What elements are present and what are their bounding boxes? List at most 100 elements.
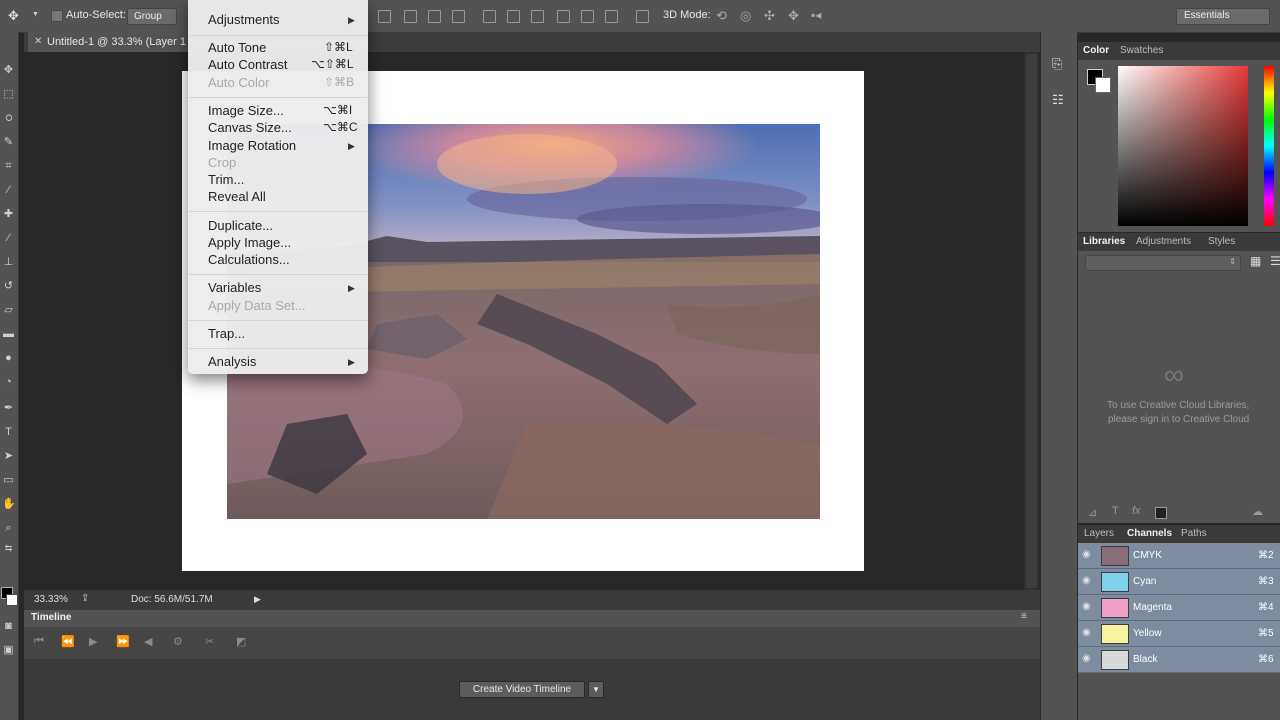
clone-stamp-tool-icon[interactable]: ⊥ [2,256,15,269]
share-icon[interactable]: ⇪ [81,593,89,604]
sync-icon[interactable]: ☁ [1252,505,1263,518]
history-panel-icon[interactable]: ⎘ [1052,56,1062,72]
distribute-hcenter-icon[interactable] [581,10,594,23]
tab-swatches[interactable]: Swatches [1120,42,1163,60]
color-field-picker[interactable] [1118,66,1248,226]
first-frame-icon[interactable]: ⏮ [34,635,44,648]
settings-gear-icon[interactable]: ⚙ [173,635,183,648]
add-graphic-icon[interactable]: ⊿ [1088,506,1097,519]
healing-brush-tool-icon[interactable]: ✚ [2,208,15,221]
lasso-tool-icon[interactable]: ഠ [2,112,15,125]
menu-item-trim[interactable]: Trim... [208,172,244,187]
gradient-tool-icon[interactable]: ▬ [2,328,15,341]
menu-item-reveal-all[interactable]: Reveal All [208,189,266,204]
menu-item-duplicate[interactable]: Duplicate... [208,218,273,233]
split-scissors-icon[interactable]: ✂ [205,635,214,648]
distribute-left-icon[interactable] [557,10,570,23]
workspace-switcher[interactable]: Essentials [1176,8,1270,25]
menu-item-trap[interactable]: Trap... [208,326,245,341]
visibility-eye-icon[interactable]: ◉ [1082,601,1094,613]
document-tab[interactable]: ✕ Untitled-1 @ 33.3% (Layer 1 [28,32,188,52]
brush-tool-icon[interactable]: ⁄ [2,232,15,245]
pen-tool-icon[interactable]: ✒ [2,402,15,415]
screen-mode-icon[interactable]: ▣ [2,644,15,657]
transition-icon[interactable]: ◩ [236,635,246,648]
align-vcenter-icon[interactable] [404,10,417,23]
menu-item-analysis[interactable]: Analysis [208,354,256,369]
menu-item-adjustments[interactable]: Adjustments [208,12,280,27]
menu-item-auto-tone[interactable]: Auto Tone [208,40,266,55]
menu-item-image-rotation[interactable]: Image Rotation [208,138,296,153]
background-color-swatch[interactable] [1095,77,1111,93]
close-tab-icon[interactable]: ✕ [34,32,42,52]
menu-item-apply-image[interactable]: Apply Image... [208,235,291,250]
distribute-vcenter-icon[interactable] [507,10,520,23]
library-select[interactable]: ⇕ [1085,255,1241,271]
3d-roll-icon[interactable]: ◎ [740,8,751,24]
auto-select-dropdown[interactable]: Group [127,8,177,25]
auto-align-icon[interactable] [636,10,649,23]
history-brush-tool-icon[interactable]: ↺ [2,280,15,293]
blur-tool-icon[interactable]: ● [2,352,15,365]
align-left-icon[interactable] [452,10,465,23]
hand-tool-icon[interactable]: ✋ [2,498,16,511]
scrollbar-thumb[interactable] [1026,54,1037,588]
chevron-down-icon[interactable]: ▼ [588,681,604,698]
quick-mask-icon[interactable]: ◙ [2,620,15,633]
eyedropper-tool-icon[interactable]: ⁄ [2,184,15,197]
add-fx-icon[interactable]: fx [1132,505,1141,517]
menu-item-calculations[interactable]: Calculations... [208,252,290,267]
auto-select-checkbox[interactable] [51,10,63,22]
zoom-level[interactable]: 33.33% [34,594,68,605]
visibility-eye-icon[interactable]: ◉ [1082,627,1094,639]
distribute-bottom-icon[interactable] [531,10,544,23]
visibility-eye-icon[interactable]: ◉ [1082,575,1094,587]
tab-libraries[interactable]: Libraries [1083,233,1125,251]
3d-scale-icon[interactable]: ▪◂ [811,8,821,22]
type-tool-icon[interactable]: T [2,426,15,439]
properties-panel-icon[interactable]: ☷ [1052,92,1064,108]
menu-item-canvas-size[interactable]: Canvas Size... [208,120,292,135]
status-menu-arrow-icon[interactable]: ▶ [254,594,261,605]
chevron-down-icon[interactable]: ▼ [32,11,39,18]
list-view-icon[interactable]: ☰ [1270,254,1280,268]
tab-color[interactable]: Color [1083,42,1109,60]
visibility-eye-icon[interactable]: ◉ [1082,653,1094,665]
eraser-tool-icon[interactable]: ▱ [2,304,15,317]
marquee-tool-icon[interactable]: ⬚ [2,88,15,101]
3d-rotate-icon[interactable]: ⟲ [716,8,727,24]
crop-tool-icon[interactable]: ⌗ [2,160,15,173]
tab-channels[interactable]: Channels [1127,525,1172,543]
dodge-tool-icon[interactable]: ◔ [2,376,15,389]
swap-colors-icon[interactable]: ⇆ [2,542,15,555]
tab-paths[interactable]: Paths [1181,525,1207,543]
align-top-icon[interactable] [378,10,391,23]
move-tool-icon[interactable]: ✥ [2,64,15,77]
path-select-tool-icon[interactable]: ➤ [2,450,15,463]
play-icon[interactable]: ▶ [89,635,97,648]
quick-select-tool-icon[interactable]: ✎ [2,136,15,149]
distribute-top-icon[interactable] [483,10,496,23]
menu-item-image-size[interactable]: Image Size... [208,103,284,118]
audio-icon[interactable]: ◀ [144,635,152,648]
3d-pan-icon[interactable]: ✣ [764,8,775,24]
grid-view-icon[interactable]: ▦ [1250,254,1261,268]
move-tool-icon[interactable]: ✥ [8,8,19,24]
background-color-swatch[interactable] [6,594,18,606]
3d-slide-icon[interactable]: ✥ [788,8,799,24]
menu-item-variables[interactable]: Variables [208,280,261,295]
zoom-tool-icon[interactable]: ⌕ [2,522,15,535]
menu-item-auto-contrast[interactable]: Auto Contrast [208,57,288,72]
visibility-eye-icon[interactable]: ◉ [1082,549,1094,561]
align-bottom-icon[interactable] [428,10,441,23]
tab-styles[interactable]: Styles [1208,233,1235,251]
add-color-icon[interactable] [1155,507,1167,519]
create-video-timeline-button[interactable]: Create Video Timeline [459,681,585,698]
shape-tool-icon[interactable]: ▭ [2,474,15,487]
add-text-icon[interactable]: T [1112,505,1119,517]
panel-menu-icon[interactable]: ≡ [1021,611,1027,622]
distribute-right-icon[interactable] [605,10,618,23]
tab-layers[interactable]: Layers [1084,525,1114,543]
next-frame-icon[interactable]: ⏩ [116,635,130,648]
hue-slider[interactable] [1264,66,1274,226]
